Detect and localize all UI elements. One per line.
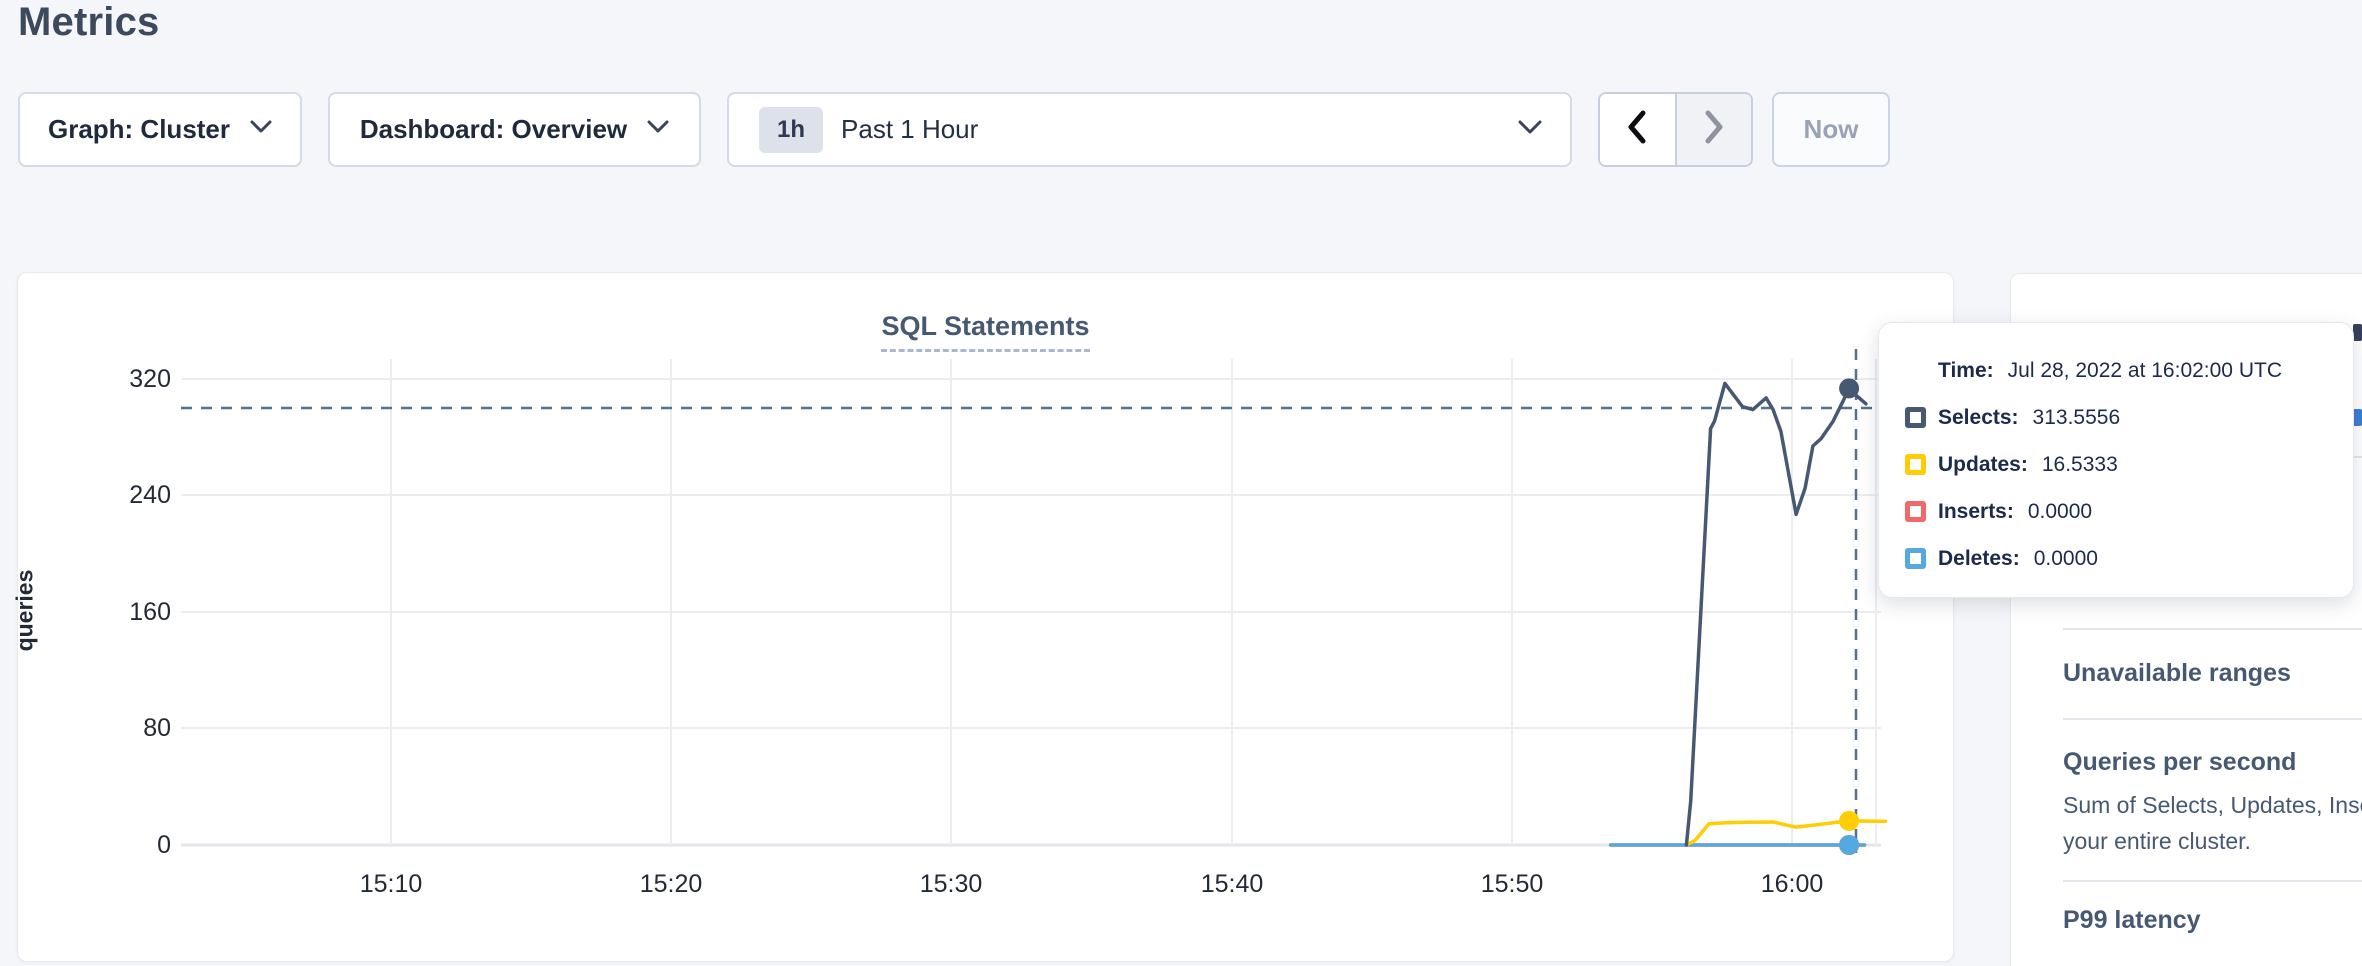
time-range-selector[interactable]: 1h Past 1 Hour bbox=[727, 92, 1572, 167]
tooltip-series-row: Updates: 16.5333 bbox=[1905, 441, 2353, 488]
time-range-badge: 1h bbox=[759, 107, 823, 153]
tooltip-time-label: Time: bbox=[1938, 359, 1994, 383]
selects-line bbox=[1686, 383, 1866, 845]
sql-statements-chart-card: SQL Statements queries 320 240 160 80 0 … bbox=[17, 272, 1954, 962]
chevron-down-icon bbox=[647, 120, 669, 139]
now-button[interactable]: Now bbox=[1772, 92, 1890, 167]
page-title: Metrics bbox=[18, 0, 159, 45]
tooltip-series-value: 0.0000 bbox=[2028, 500, 2092, 524]
sidebar-item-p99-latency: P99 latency bbox=[2063, 906, 2201, 935]
sidebar-item-unavailable-ranges: Unavailable ranges bbox=[2063, 659, 2291, 688]
tooltip-time-value: Jul 28, 2022 at 16:02:00 UTC bbox=[2008, 359, 2282, 383]
tooltip-series-value: 0.0000 bbox=[2034, 547, 2098, 571]
tooltip-series-label: Updates: bbox=[1938, 453, 2028, 477]
sidebar-item-queries-per-second: Queries per second bbox=[2063, 748, 2296, 777]
horizontal-gridlines bbox=[181, 379, 1881, 845]
graph-scope-dropdown[interactable]: Graph: Cluster bbox=[18, 92, 302, 167]
sidebar-item-description: Sum of Selects, Updates, Inser bbox=[2063, 792, 2362, 819]
time-step-buttons bbox=[1598, 92, 1753, 167]
tooltip-series-label: Deletes: bbox=[1938, 547, 2020, 571]
sidebar-divider bbox=[2063, 718, 2362, 720]
tooltip-series-row: Selects: 313.5556 bbox=[1905, 394, 2353, 441]
tooltip-series-value: 313.5556 bbox=[2033, 406, 2121, 430]
tooltip-series-label: Selects: bbox=[1938, 406, 2019, 430]
chevron-down-icon bbox=[1518, 120, 1542, 140]
chart-plot-area[interactable] bbox=[18, 273, 1951, 959]
previous-time-button[interactable] bbox=[1600, 94, 1677, 165]
updates-hover-dot bbox=[1839, 811, 1859, 831]
chevron-right-icon bbox=[1703, 110, 1725, 149]
selects-legend-swatch bbox=[1905, 407, 1926, 428]
dashboard-dropdown-label: Dashboard: Overview bbox=[360, 114, 627, 145]
sidebar-divider bbox=[2063, 628, 2362, 630]
tooltip-series-row: Deletes: 0.0000 bbox=[1905, 535, 2353, 582]
dashboard-dropdown[interactable]: Dashboard: Overview bbox=[328, 92, 701, 167]
sidebar-item-description: your entire cluster. bbox=[2063, 828, 2251, 855]
tooltip-series-value: 16.5333 bbox=[2042, 453, 2118, 477]
chevron-down-icon bbox=[250, 120, 272, 139]
deletes-legend-swatch bbox=[1905, 548, 1926, 569]
metrics-page: Metrics Graph: Cluster Dashboard: Overvi… bbox=[0, 0, 2362, 966]
time-range-label: Past 1 Hour bbox=[841, 114, 978, 145]
chevron-left-icon bbox=[1626, 110, 1648, 149]
inserts-legend-swatch bbox=[1905, 501, 1926, 522]
clipped-text-fragment bbox=[2353, 324, 2362, 341]
vertical-gridlines bbox=[391, 359, 1876, 845]
updates-legend-swatch bbox=[1905, 454, 1926, 475]
chart-hover-tooltip: Time: Jul 28, 2022 at 16:02:00 UTC Selec… bbox=[1878, 322, 2354, 598]
selects-hover-dot bbox=[1839, 378, 1859, 398]
sidebar-divider bbox=[2063, 880, 2362, 882]
deletes-hover-dot bbox=[1839, 835, 1859, 855]
tooltip-series-row: Inserts: 0.0000 bbox=[1905, 488, 2353, 535]
tooltip-series-label: Inserts: bbox=[1938, 500, 2014, 524]
next-time-button[interactable] bbox=[1677, 94, 1752, 165]
graph-scope-dropdown-label: Graph: Cluster bbox=[48, 114, 230, 145]
tooltip-time-row: Time: Jul 28, 2022 at 16:02:00 UTC bbox=[1938, 347, 2353, 394]
